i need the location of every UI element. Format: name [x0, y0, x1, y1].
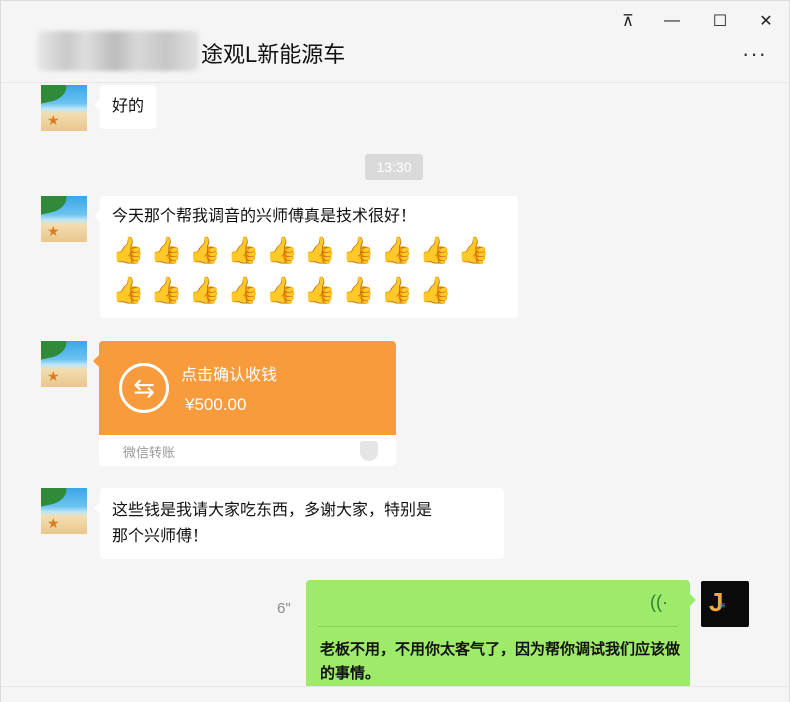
thumbs-up-icon-row: 👍👍👍👍👍👍👍👍👍 — [112, 275, 458, 305]
voice-duration: 6" — [277, 600, 291, 617]
message-text: 今天那个帮我调音的兴师傅真是技术很好！ — [112, 208, 417, 225]
voice-message-bubble[interactable]: ((· 老板不用，不用你太客气了，因为帮你调试我们应该做的事情。 — [306, 580, 696, 686]
message-text-line: 这些钱是我请大家吃东西，多谢大家，特别是 — [112, 502, 433, 519]
logo-mark: ≋ — [719, 601, 726, 610]
minimize-button[interactable]: — — [657, 9, 687, 33]
wechat-transfer-card[interactable]: ⇆ 点击确认收钱 ¥500.00 微信转账 — [93, 341, 396, 466]
contact-avatar[interactable]: ★ — [41, 341, 87, 387]
maximize-button[interactable]: ☐ — [705, 9, 735, 33]
thumbs-up-icon-row: 👍👍👍👍👍👍👍👍👍👍 — [112, 235, 496, 265]
shield-icon — [360, 441, 378, 461]
close-button[interactable]: ✕ — [751, 9, 781, 33]
my-avatar[interactable]: J ≋ — [701, 581, 749, 627]
chat-title: 途观L新能源车 — [201, 42, 346, 67]
contact-avatar[interactable]: ★ — [41, 488, 87, 534]
message-text-line: 那个兴师傅！ — [112, 528, 209, 545]
transfer-label: 微信转账 — [123, 445, 176, 460]
voice-transcript: 老板不用，不用你太客气了，因为帮你调试我们应该做的事情。 — [320, 641, 681, 682]
input-area-edge — [1, 686, 789, 702]
voice-wave-icon: ((· — [650, 592, 668, 612]
pin-icon[interactable]: ⊼ — [613, 9, 643, 33]
message-bubble[interactable]: 好的 — [93, 85, 157, 129]
message-text: 好的 — [112, 98, 145, 115]
message-bubble[interactable]: 今天那个帮我调音的兴师傅真是技术很好！ 👍👍👍👍👍👍👍👍👍👍 👍👍👍👍👍👍👍👍👍 — [94, 196, 518, 318]
transfer-header: ⇆ 点击确认收钱 ¥500.00 — [93, 341, 396, 435]
divider — [318, 626, 678, 627]
contact-avatar[interactable]: ★ — [41, 85, 87, 131]
chat-window: 途观L新能源车 ⊼ — ☐ ✕ ··· ★ 好的 13:30 ★ 今天那个帮我调… — [0, 0, 790, 702]
transfer-icon: ⇆ — [119, 363, 169, 413]
title-bar: 途观L新能源车 ⊼ — ☐ ✕ ··· — [1, 1, 789, 83]
transfer-title: 点击确认收钱 — [181, 367, 278, 384]
contact-avatar[interactable]: ★ — [41, 196, 87, 242]
message-bubble[interactable]: 这些钱是我请大家吃东西，多谢大家，特别是 那个兴师傅！ — [94, 488, 504, 559]
more-options-button[interactable]: ··· — [742, 41, 767, 67]
transfer-amount: ¥500.00 — [185, 395, 247, 414]
redacted-name — [37, 31, 199, 71]
message-list[interactable]: ★ 好的 13:30 ★ 今天那个帮我调音的兴师傅真是技术很好！ 👍👍👍👍👍👍👍… — [1, 84, 789, 686]
message-timestamp: 13:30 — [365, 154, 423, 180]
transfer-footer: 微信转账 — [99, 435, 396, 466]
